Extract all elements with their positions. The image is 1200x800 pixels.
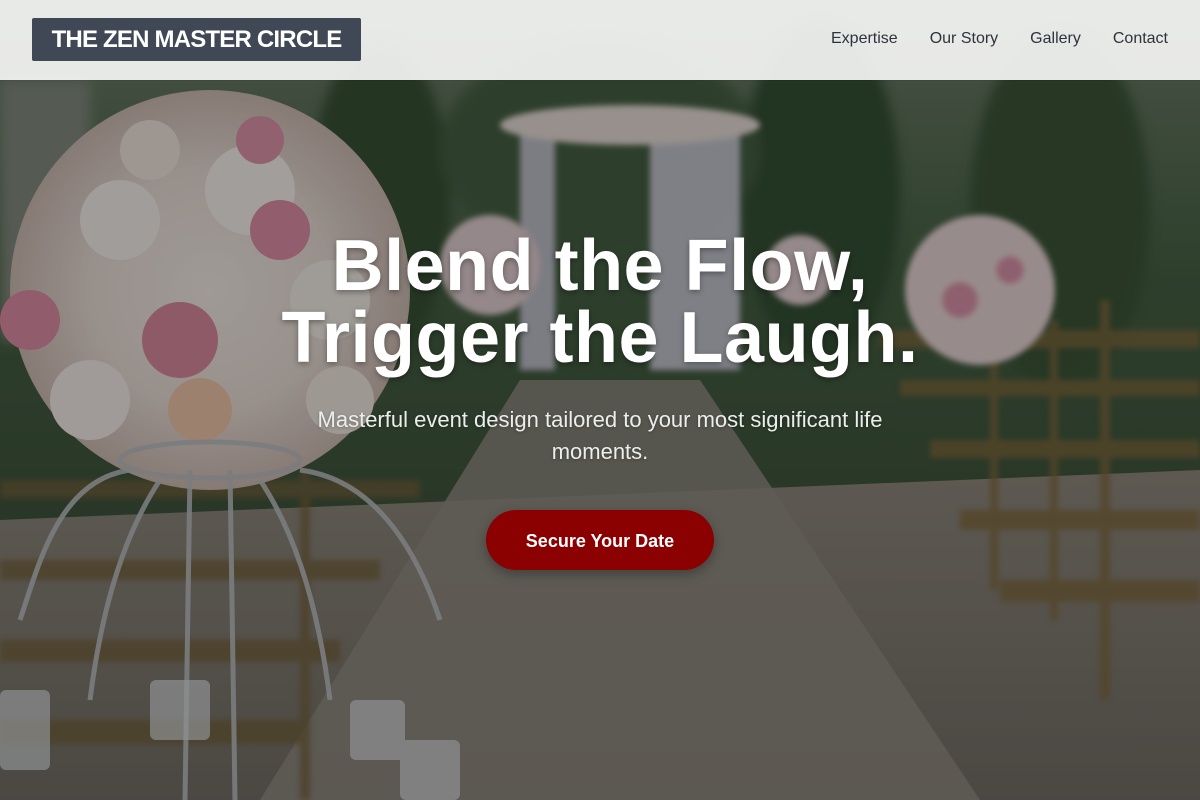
nav-link-gallery[interactable]: Gallery: [1030, 28, 1081, 50]
landing-page: THE ZEN MASTER CIRCLE Expertise Our Stor…: [0, 0, 1200, 800]
nav-link-our-story[interactable]: Our Story: [930, 28, 998, 50]
hero-subtitle: Masterful event design tailored to your …: [317, 407, 883, 464]
hero-section: Blend the Flow, Trigger the Laugh. Maste…: [0, 230, 1200, 570]
nav-link-expertise[interactable]: Expertise: [831, 28, 898, 50]
secure-your-date-button[interactable]: Secure Your Date: [486, 510, 714, 570]
main-nav: Expertise Our Story Gallery Contact: [831, 28, 1168, 50]
hero-title: Blend the Flow, Trigger the Laugh.: [0, 230, 1200, 374]
site-header: THE ZEN MASTER CIRCLE Expertise Our Stor…: [0, 0, 1200, 80]
hero-title-line-2: Trigger the Laugh.: [281, 298, 919, 378]
nav-link-contact[interactable]: Contact: [1113, 28, 1168, 50]
site-logo[interactable]: THE ZEN MASTER CIRCLE: [32, 18, 361, 61]
hero-title-line-1: Blend the Flow,: [331, 226, 869, 306]
